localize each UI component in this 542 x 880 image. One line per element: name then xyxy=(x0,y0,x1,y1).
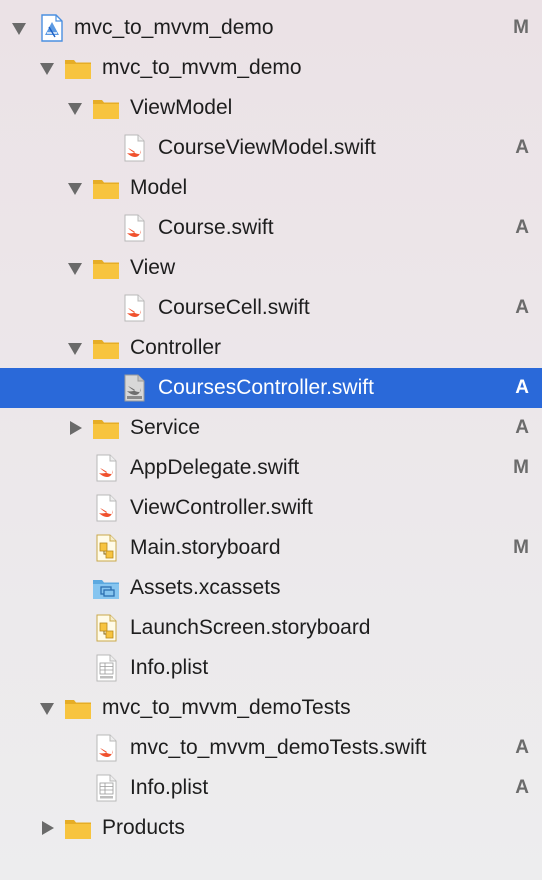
folder-icon xyxy=(64,813,92,843)
disclosure-expanded-icon[interactable] xyxy=(67,180,83,196)
scm-status-badge: M xyxy=(513,457,529,478)
scm-status-badge: M xyxy=(513,537,529,558)
tree-row-label: Service xyxy=(130,416,201,439)
disclosure-expanded-icon[interactable] xyxy=(39,60,55,76)
tree-row-label: Model xyxy=(130,176,188,199)
tree-row-file-infoplist[interactable]: Info.plist xyxy=(0,648,542,688)
tree-row-label: mvc_to_mvvm_demoTests xyxy=(102,696,351,719)
tree-row-group-app[interactable]: mvc_to_mvvm_demo xyxy=(0,48,542,88)
tree-row-label: mvc_to_mvvm_demo xyxy=(102,56,302,79)
plist-file-icon xyxy=(92,773,120,803)
disclosure-expanded-icon[interactable] xyxy=(39,700,55,716)
storyboard-file-icon xyxy=(92,613,120,643)
disclosure-expanded-icon[interactable] xyxy=(11,20,27,36)
swift-file-icon xyxy=(92,733,120,763)
tree-row-label: CoursesController.swift xyxy=(158,376,374,399)
swift-file-icon xyxy=(92,453,120,483)
disclosure-collapsed-icon[interactable] xyxy=(40,820,56,836)
tree-row-file-tests-infoplist[interactable]: Info.plist A xyxy=(0,768,542,808)
tree-row-file-courseviewmodel[interactable]: CourseViewModel.swift A xyxy=(0,128,542,168)
disclosure-collapsed-icon[interactable] xyxy=(68,420,84,436)
disclosure-expanded-icon[interactable] xyxy=(67,100,83,116)
tree-row-group-view[interactable]: View xyxy=(0,248,542,288)
scm-status-badge: A xyxy=(515,217,529,238)
plist-file-icon xyxy=(92,653,120,683)
tree-row-label: CourseViewModel.swift xyxy=(158,136,376,159)
scm-status-badge: A xyxy=(515,417,529,438)
folder-icon xyxy=(64,53,92,83)
tree-row-label: CourseCell.swift xyxy=(158,296,310,319)
swift-file-icon xyxy=(120,213,148,243)
disclosure-expanded-icon[interactable] xyxy=(67,260,83,276)
tree-row-group-service[interactable]: Service A xyxy=(0,408,542,448)
tree-row-file-launchscreen[interactable]: LaunchScreen.storyboard xyxy=(0,608,542,648)
tree-row-label: Course.swift xyxy=(158,216,274,239)
tree-row-file-course[interactable]: Course.swift A xyxy=(0,208,542,248)
tree-row-project[interactable]: mvc_to_mvvm_demo M xyxy=(0,8,542,48)
scm-status-badge: A xyxy=(515,737,529,758)
storyboard-file-icon xyxy=(92,533,120,563)
tree-row-label: Assets.xcassets xyxy=(130,576,281,599)
folder-icon xyxy=(92,333,120,363)
tree-row-file-main-storyboard[interactable]: Main.storyboard M xyxy=(0,528,542,568)
folder-icon xyxy=(92,93,120,123)
tree-row-file-coursescontroller[interactable]: CoursesController.swift A xyxy=(0,368,542,408)
tree-row-label: Info.plist xyxy=(130,656,209,679)
tree-row-label: ViewModel xyxy=(130,96,233,119)
folder-icon xyxy=(92,173,120,203)
tree-row-label: mvc_to_mvvm_demoTests.swift xyxy=(130,736,427,759)
asset-catalog-icon xyxy=(92,573,120,603)
tree-row-file-viewcontroller[interactable]: ViewController.swift xyxy=(0,488,542,528)
scm-status-badge: A xyxy=(515,297,529,318)
swift-file-icon xyxy=(120,133,148,163)
tree-row-label: ViewController.swift xyxy=(130,496,313,519)
tree-row-file-assets[interactable]: Assets.xcassets xyxy=(0,568,542,608)
tree-row-group-controller[interactable]: Controller xyxy=(0,328,542,368)
tree-row-group-tests[interactable]: mvc_to_mvvm_demoTests xyxy=(0,688,542,728)
scm-status-badge: M xyxy=(513,17,529,38)
tree-row-group-viewmodel[interactable]: ViewModel xyxy=(0,88,542,128)
tree-row-label: Products xyxy=(102,816,185,839)
tree-row-group-model[interactable]: Model xyxy=(0,168,542,208)
swift-file-icon xyxy=(120,293,148,323)
tree-row-file-tests-swift[interactable]: mvc_to_mvvm_demoTests.swift A xyxy=(0,728,542,768)
scm-status-badge: A xyxy=(515,377,529,398)
swift-file-icon xyxy=(120,373,148,403)
folder-icon xyxy=(64,693,92,723)
tree-row-group-products[interactable]: Products xyxy=(0,808,542,848)
tree-row-label: LaunchScreen.storyboard xyxy=(130,616,371,639)
folder-icon xyxy=(92,413,120,443)
scm-status-badge: A xyxy=(515,137,529,158)
tree-row-file-appdelegate[interactable]: AppDelegate.swift M xyxy=(0,448,542,488)
swift-file-icon xyxy=(92,493,120,523)
tree-row-label: Main.storyboard xyxy=(130,536,281,559)
tree-row-label: View xyxy=(130,256,176,279)
disclosure-expanded-icon[interactable] xyxy=(67,340,83,356)
project-navigator: mvc_to_mvvm_demo M mvc_to_mvvm_demo View… xyxy=(0,0,542,880)
folder-icon xyxy=(92,253,120,283)
tree-row-label: mvc_to_mvvm_demo xyxy=(74,16,274,39)
tree-row-label: Info.plist xyxy=(130,776,209,799)
tree-row-label: Controller xyxy=(130,336,222,359)
tree-row-file-coursecell[interactable]: CourseCell.swift A xyxy=(0,288,542,328)
scm-status-badge: A xyxy=(515,777,529,798)
xcode-project-icon xyxy=(38,13,66,43)
tree-row-label: AppDelegate.swift xyxy=(130,456,300,479)
